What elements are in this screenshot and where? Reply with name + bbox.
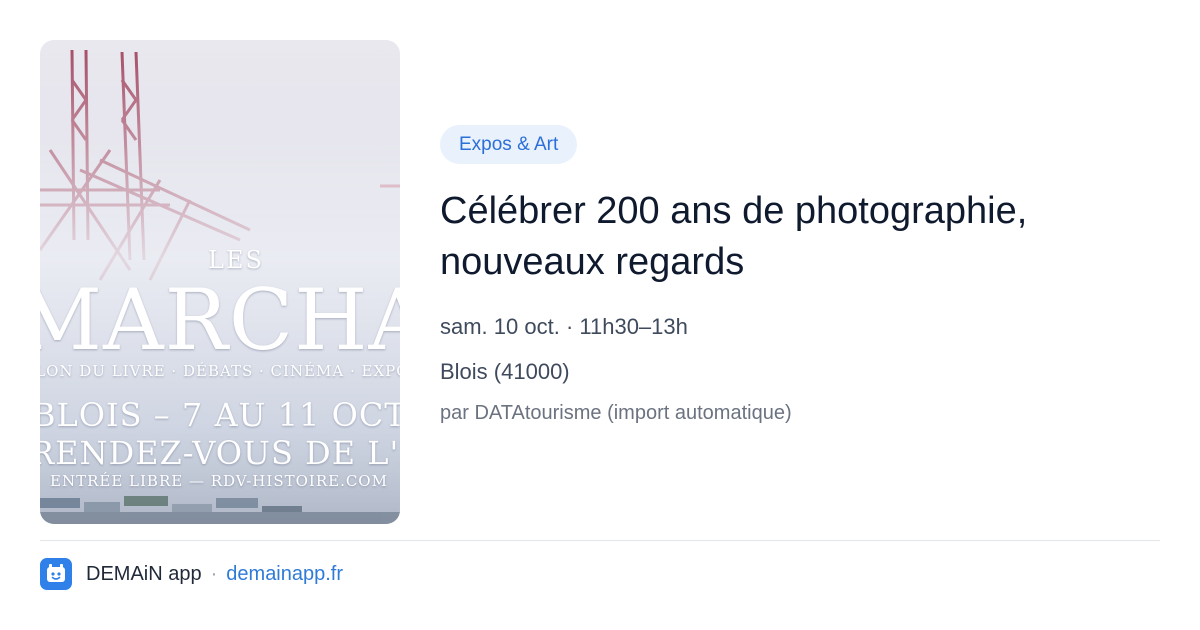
event-title-line1: Célébrer 200 ans de photographie, (440, 190, 1028, 232)
poster-text-rdv: RENDEZ-VOUS DE L'HISTOIRE (40, 434, 400, 472)
event-title-line2: nouveaux regards (440, 241, 745, 283)
poster-text-dates: BLOIS – 7 AU 11 OCT. 2020 (40, 396, 400, 434)
event-source: par DATAtourisme (import automatique) (440, 402, 792, 424)
app-website-link[interactable]: demainapp.fr (226, 563, 343, 586)
app-name: DEMAiN app (86, 562, 202, 585)
divider (40, 540, 1160, 541)
demain-app-icon[interactable] (40, 558, 72, 590)
event-location: Blois (41000) (440, 359, 570, 384)
event-title[interactable]: Célébrer 200 ans de photographie, nouvea… (440, 186, 1180, 288)
event-datetime: sam. 10 oct. · 11h30–13h (440, 314, 688, 339)
event-poster-image[interactable]: LES MARCHANDS SALON DU LIVRE · DÉBATS · … (40, 40, 400, 524)
category-tag[interactable]: Expos & Art (440, 125, 578, 164)
poster-text-subtitle: SALON DU LIVRE · DÉBATS · CINÉMA · EXPOS… (40, 362, 400, 380)
footer: DEMAiN app · demainapp.fr (40, 558, 343, 590)
poster-text-title: MARCHANDS (40, 278, 400, 362)
poster-text-les: LES (208, 246, 264, 274)
footer-separator: · (210, 562, 218, 585)
poster-text-entree: ENTRÉE LIBRE — RDV-HISTOIRE.COM (50, 472, 388, 490)
